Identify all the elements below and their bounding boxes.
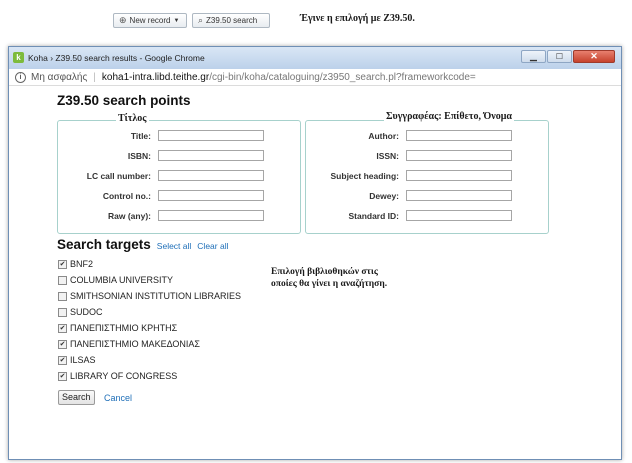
standard-id-input[interactable] bbox=[406, 210, 512, 221]
checkbox[interactable]: ✔ bbox=[58, 371, 67, 381]
chevron-down-icon: ▼ bbox=[173, 17, 180, 24]
popup-window: k Koha › Z39.50 search results - Google … bbox=[8, 46, 622, 460]
clear-all-link[interactable]: Clear all bbox=[197, 241, 228, 251]
search-targets-header: Search targets Select all Clear all bbox=[57, 237, 228, 252]
maximize-button[interactable]: ☐ bbox=[547, 50, 572, 63]
field-label: Author: bbox=[368, 131, 399, 141]
url-host: koha1-intra.libd.teithe.gr bbox=[101, 71, 210, 83]
search-points-left-fieldset: Τίτλος Title: ISBN: LC call number: Cont… bbox=[57, 113, 301, 234]
url-path: /cgi-bin/koha/cataloguing/z3950_search.p… bbox=[209, 71, 476, 83]
field-label: Title: bbox=[130, 131, 151, 141]
target-item[interactable]: COLUMBIA UNIVERSITY bbox=[58, 274, 173, 286]
target-item[interactable]: ✔ ΠΑΝΕΠΙΣΤΗΜΙΟ ΜΑΚΕΔΟΝΙΑΣ bbox=[58, 338, 200, 350]
koha-logo-icon: k bbox=[13, 52, 24, 63]
annotation-title-group: Τίτλος bbox=[116, 113, 149, 124]
search-button[interactable]: Search bbox=[58, 390, 95, 405]
separator: | bbox=[93, 71, 96, 83]
page-title: Z39.50 search points bbox=[57, 93, 191, 108]
select-all-link[interactable]: Select all bbox=[157, 241, 192, 251]
field-label: ISBN: bbox=[127, 151, 151, 161]
checkbox[interactable]: ✔ bbox=[58, 259, 67, 269]
annotation-library-choice: Επιλογή βιβλιοθηκών στις οποίες θα γίνει… bbox=[271, 267, 388, 289]
dewey-input[interactable] bbox=[406, 190, 512, 201]
new-record-icon: ⊕ bbox=[119, 15, 127, 25]
target-item[interactable]: ✔ LIBRARY OF CONGRESS bbox=[58, 370, 177, 382]
isbn-input[interactable] bbox=[158, 150, 264, 161]
annotation-author-fields: Συγγραφέας: Επίθετο, Όνομα bbox=[384, 111, 515, 122]
checkbox[interactable] bbox=[58, 291, 67, 301]
checkbox[interactable] bbox=[58, 275, 67, 285]
lc-call-number-input[interactable] bbox=[158, 170, 264, 181]
issn-input[interactable] bbox=[406, 150, 512, 161]
field-label: Subject heading: bbox=[330, 171, 399, 181]
field-label: LC call number: bbox=[86, 171, 151, 181]
checkbox[interactable]: ✔ bbox=[58, 323, 67, 333]
search-points-right-fieldset: Συγγραφέας: Επίθετο, Όνομα Author: ISSN:… bbox=[305, 111, 549, 234]
search-icon: ⌕ bbox=[198, 15, 204, 25]
field-label: Control no.: bbox=[102, 191, 151, 201]
close-button[interactable]: ✕ bbox=[573, 50, 615, 63]
target-item[interactable]: ✔ ΠΑΝΕΠΙΣΤΗΜΙΟ ΚΡΗΤΗΣ bbox=[58, 322, 177, 334]
target-item[interactable]: ✔ BNF2 bbox=[58, 258, 93, 270]
cancel-link[interactable]: Cancel bbox=[104, 393, 132, 403]
security-label: Μη ασφαλής bbox=[31, 71, 88, 83]
checkbox[interactable] bbox=[58, 307, 67, 317]
annotation-z3950-selected: Έγινε η επιλογή με Z39.50. bbox=[300, 13, 415, 24]
target-item[interactable]: ✔ ILSAS bbox=[58, 354, 96, 366]
z3950-search-button[interactable]: ⌕ Z39.50 search bbox=[192, 13, 270, 28]
field-label: Standard ID: bbox=[348, 211, 399, 221]
target-item[interactable]: SUDOC bbox=[58, 306, 103, 318]
author-input[interactable] bbox=[406, 130, 512, 141]
section-heading: Search targets bbox=[57, 237, 151, 252]
field-label: Raw (any): bbox=[108, 211, 151, 221]
checkbox[interactable]: ✔ bbox=[58, 355, 67, 365]
window-title: Koha › Z39.50 search results - Google Ch… bbox=[28, 53, 205, 63]
target-item[interactable]: SMITHSONIAN INSTITUTION LIBRARIES bbox=[58, 290, 241, 302]
minimize-button[interactable]: ▁ bbox=[521, 50, 546, 63]
new-record-button[interactable]: ⊕ New record ▼ bbox=[113, 13, 187, 28]
address-bar[interactable]: i Μη ασφαλής | koha1-intra.libd.teithe.g… bbox=[9, 69, 621, 86]
field-label: ISSN: bbox=[376, 151, 399, 161]
info-icon: i bbox=[15, 71, 26, 83]
window-titlebar: k Koha › Z39.50 search results - Google … bbox=[9, 47, 621, 70]
raw-any-input[interactable] bbox=[158, 210, 264, 221]
control-no-input[interactable] bbox=[158, 190, 264, 201]
title-input[interactable] bbox=[158, 130, 264, 141]
field-label: Dewey: bbox=[369, 191, 399, 201]
subject-heading-input[interactable] bbox=[406, 170, 512, 181]
checkbox[interactable]: ✔ bbox=[58, 339, 67, 349]
